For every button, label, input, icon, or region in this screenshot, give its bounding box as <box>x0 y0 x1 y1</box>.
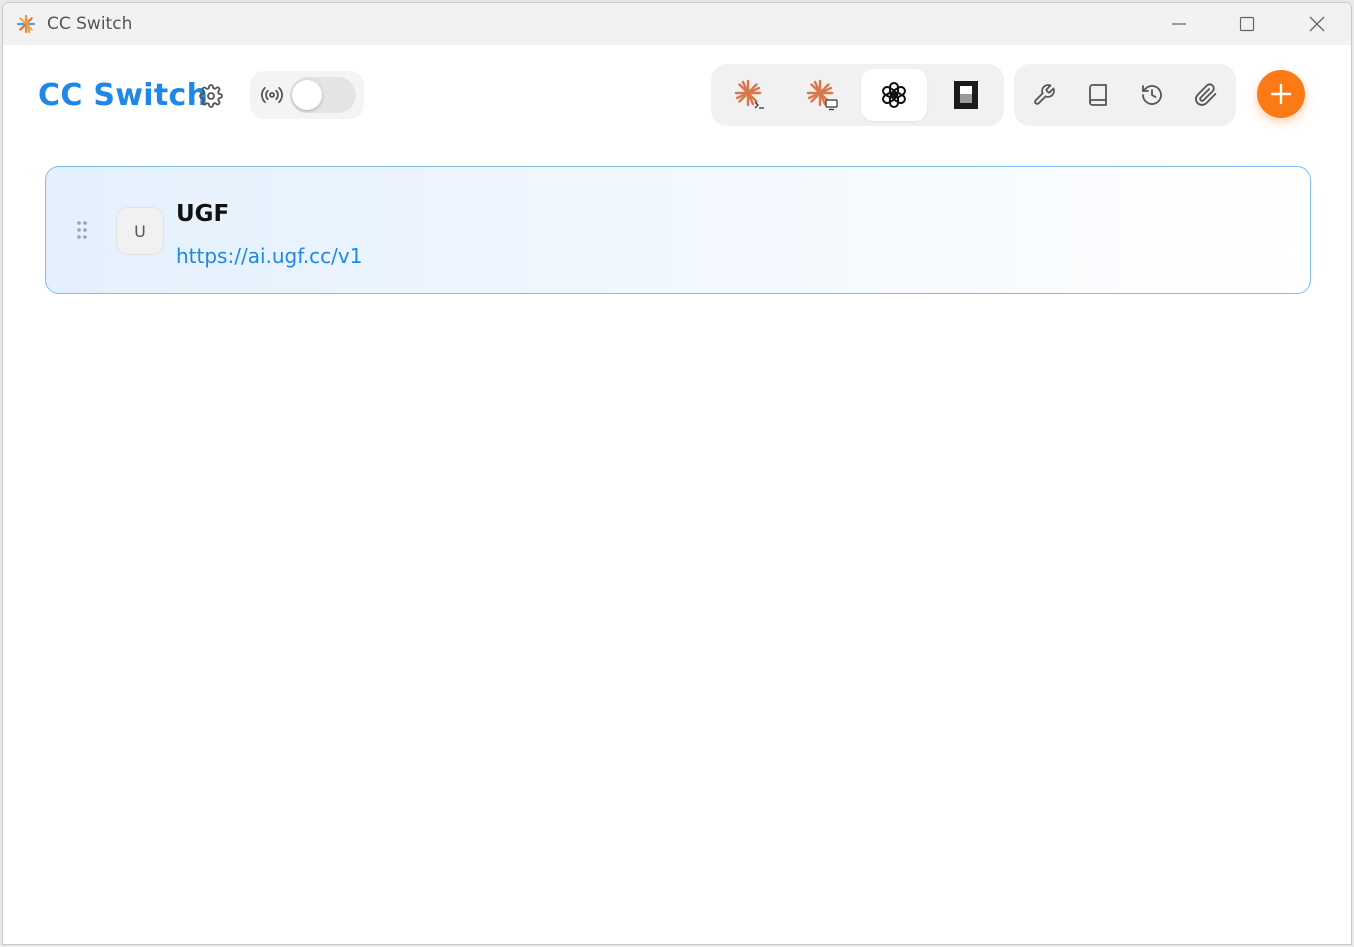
app-icon <box>16 14 36 34</box>
maximize-icon <box>1239 16 1255 32</box>
app-switcher <box>711 64 1004 126</box>
app-brand-title: CC Switch <box>38 78 209 113</box>
window-title: CC Switch <box>47 14 133 34</box>
gear-icon <box>199 84 223 108</box>
toolbar <box>1014 64 1236 126</box>
history-icon <box>1142 85 1162 105</box>
tab-gemini[interactable] <box>933 69 999 121</box>
tab-claude-code[interactable] <box>717 69 783 121</box>
provider-card[interactable]: U UGF https://ai.ugf.cc/v1 <box>45 166 1311 294</box>
title-bar: CC Switch <box>3 3 1351 45</box>
proxy-toggle-group <box>250 71 364 119</box>
plus-icon <box>1270 83 1292 105</box>
close-button[interactable] <box>1294 3 1340 45</box>
settings-button[interactable] <box>196 81 226 111</box>
provider-name: UGF <box>176 201 230 227</box>
paperclip-icon <box>1195 83 1217 106</box>
attach-button[interactable] <box>1189 78 1223 112</box>
provider-url-link[interactable]: https://ai.ugf.cc/v1 <box>176 244 362 268</box>
tab-codex[interactable] <box>861 69 927 121</box>
tab-claude-desktop[interactable] <box>789 69 855 121</box>
minimize-icon <box>1172 23 1186 25</box>
radio-broadcast-icon <box>260 85 284 110</box>
minimize-button[interactable] <box>1156 3 1202 45</box>
proxy-toggle-switch[interactable] <box>290 77 356 113</box>
openai-icon <box>882 82 906 108</box>
claude-terminal-icon <box>734 79 764 109</box>
wrench-icon <box>1034 84 1055 105</box>
docs-button[interactable] <box>1081 78 1115 112</box>
add-provider-button[interactable] <box>1257 70 1305 118</box>
drag-handle-icon[interactable] <box>76 220 88 245</box>
toggle-knob <box>292 80 322 110</box>
maximize-button[interactable] <box>1224 3 1270 45</box>
history-button[interactable] <box>1135 78 1169 112</box>
claude-desktop-icon <box>806 79 838 111</box>
black-panel-icon <box>954 81 978 109</box>
close-icon <box>1309 16 1325 32</box>
app-window: CC Switch CC Switch U UGF https://ai.ugf… <box>2 2 1352 945</box>
book-icon <box>1089 84 1107 106</box>
tools-button[interactable] <box>1027 78 1061 112</box>
provider-avatar: U <box>116 207 164 255</box>
